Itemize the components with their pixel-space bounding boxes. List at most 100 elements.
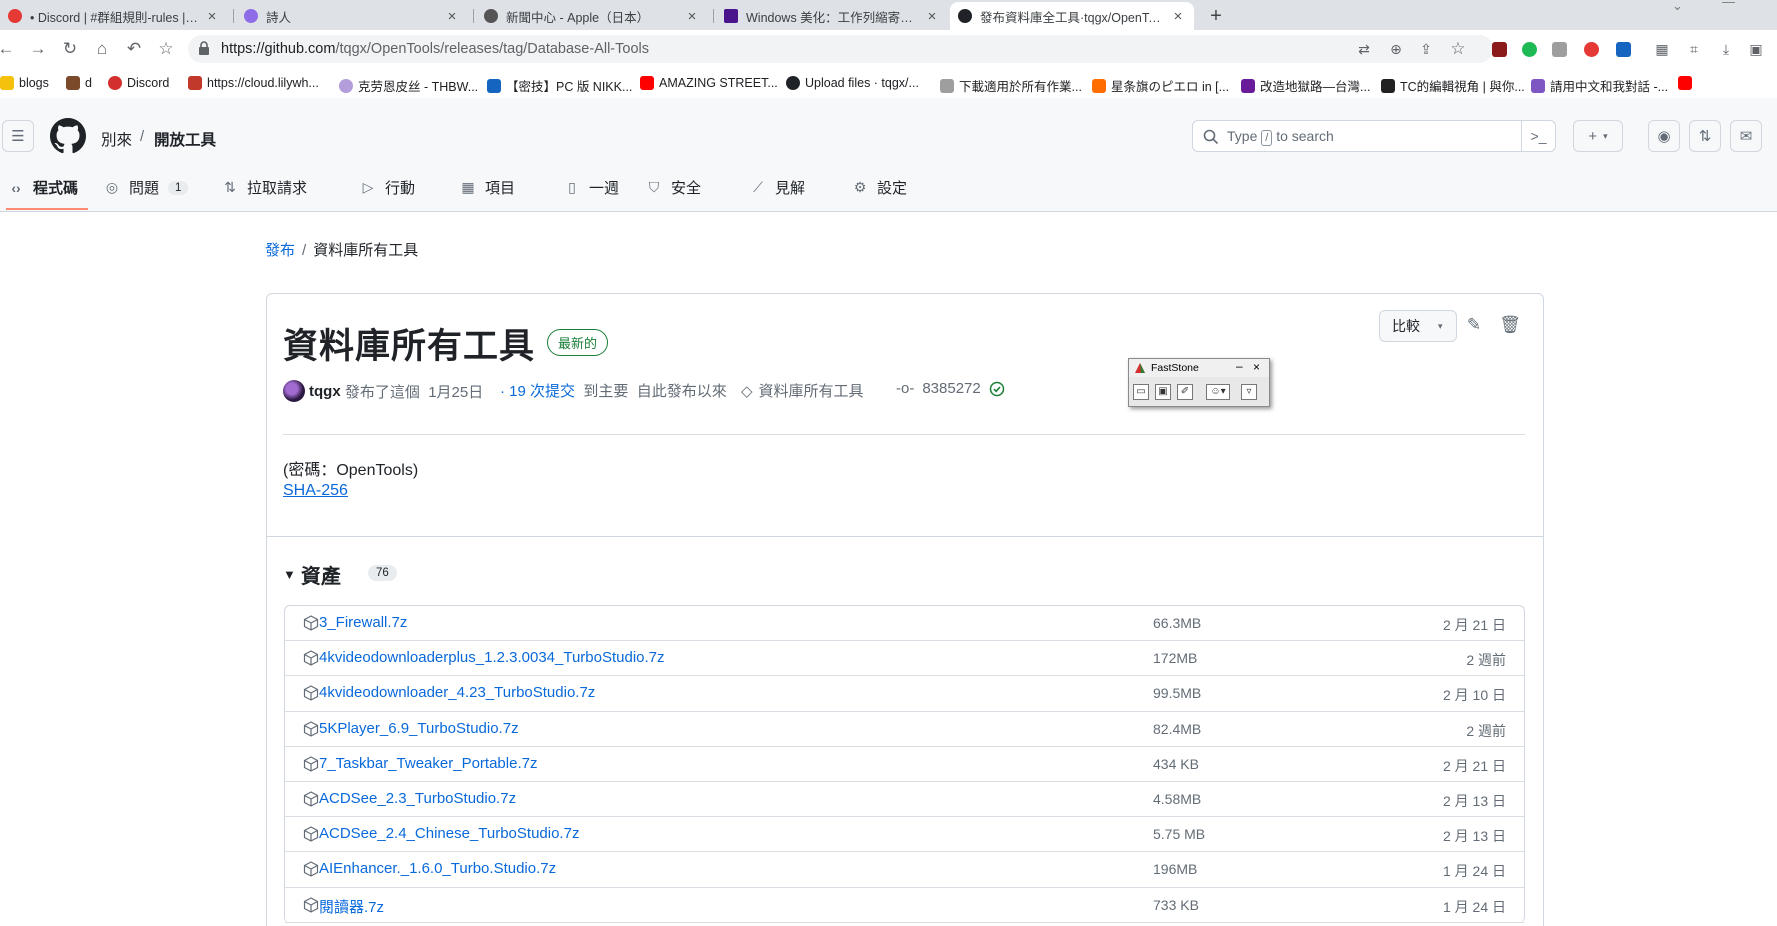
bookmark-item[interactable]: Upload files · tqgx/... [786, 76, 919, 90]
bookmark-item[interactable]: Discord [108, 76, 169, 90]
browser-tab[interactable]: • Discord | #群組規則-rules | 虛擬... × [0, 2, 228, 30]
browser-tab[interactable]: Windows 美化：工作列縮寄、視... × [716, 2, 948, 30]
settings-icon[interactable]: ▿ [1241, 384, 1257, 400]
address-bar[interactable]: https://github.com/tqgx/OpenTools/releas… [188, 35, 1493, 63]
author-link[interactable]: tqgx [309, 383, 341, 400]
crop-icon[interactable]: ⌗ [1682, 37, 1706, 61]
reload-icon[interactable]: ↻ [58, 37, 82, 61]
avatar[interactable] [283, 380, 305, 402]
bookmark-item[interactable]: 克劳恩皮丝 - THBW... [339, 76, 478, 95]
tab-insights[interactable]: ⟋ 見解 [750, 177, 805, 198]
command-palette-icon[interactable]: >_ [1521, 121, 1555, 151]
bookmark-item[interactable] [1678, 76, 1697, 90]
asset-link[interactable]: 7_Taskbar_Tweaker_Portable.7z [319, 755, 537, 772]
asset-link[interactable]: 4kvideodownloaderplus_1.2.3.0034_TurboSt… [319, 649, 665, 666]
eyedropper-icon[interactable]: ✐ [1177, 384, 1193, 400]
repo-name-link[interactable]: 開放工具 [154, 128, 216, 150]
tab-actions[interactable]: ▷ 行動 [360, 177, 415, 198]
tab-wiki[interactable]: ▯ 一週 [564, 177, 619, 198]
chevron-down-icon[interactable]: ⌄ [1672, 0, 1683, 13]
forward-icon[interactable]: → [26, 37, 50, 61]
browser-tab[interactable]: 新聞中心 - Apple（日本） × [476, 2, 708, 30]
tab-issues[interactable]: ◎ 問題 1 [104, 177, 189, 198]
search-input[interactable]: Type / to search >_ [1192, 120, 1556, 152]
browser-tab[interactable]: 詩人 × [236, 2, 468, 30]
undo-icon[interactable]: ↶ [122, 37, 146, 61]
bookmark-item[interactable]: d [66, 76, 92, 90]
commit-info[interactable]: -o- 8385272 [896, 380, 1005, 397]
minimize-icon[interactable]: — [1722, 0, 1735, 9]
close-icon[interactable]: × [924, 8, 940, 25]
browser-tab-active[interactable]: 發布資料庫全工具·tqgx/OpenTools × [950, 2, 1194, 30]
bookmark-item[interactable]: 改造地獄路—台灣... [1241, 76, 1370, 95]
trash-icon[interactable]: 🗑 [1499, 315, 1521, 337]
active-tab-underline [6, 208, 88, 210]
close-icon[interactable]: × [444, 8, 460, 25]
assets-toggle[interactable]: ▼ 資產 [283, 560, 341, 589]
asset-link[interactable]: 5KPlayer_6.9_TurboStudio.7z [319, 720, 519, 737]
star-icon[interactable]: ☆ [154, 37, 178, 61]
share-icon[interactable]: ⇪ [1414, 37, 1438, 61]
tab-projects[interactable]: ▦ 項目 [460, 177, 515, 198]
bookmark-item[interactable]: 下載適用於所有作業... [940, 76, 1082, 95]
close-icon[interactable]: × [1170, 8, 1186, 25]
extension-icon[interactable] [1584, 42, 1599, 57]
edit-pencil-icon[interactable]: ✎ [1463, 315, 1485, 337]
minimize-icon[interactable]: – [1236, 359, 1243, 373]
asset-link[interactable]: 閱讀器.7z [319, 896, 384, 917]
asset-link[interactable]: 4kvideodownloader_4.23_TurboStudio.7z [319, 684, 595, 701]
extension-icon[interactable] [1616, 42, 1631, 57]
tag-info[interactable]: ◇ 資料庫所有工具 [741, 380, 864, 401]
commits-link[interactable]: · 19 次提交 [500, 380, 575, 401]
faststone-capture-toolbar[interactable]: FastStone – × ▭ ▣ ✐ ☺▾ ▿ [1128, 358, 1270, 407]
faststone-titlebar[interactable]: FastStone – × [1129, 359, 1269, 377]
copilot-icon[interactable]: ◉ [1648, 120, 1680, 152]
home-icon[interactable]: ⌂ [90, 37, 114, 61]
extension-icon[interactable] [1552, 42, 1567, 57]
sha256-link[interactable]: SHA-256 [283, 482, 348, 500]
asset-link[interactable]: 3_Firewall.7z [319, 614, 407, 631]
bookmark-item[interactable]: https://cloud.lilywh... [188, 76, 319, 90]
bookmark-item[interactable]: blogs [0, 76, 49, 90]
bookmark-item[interactable]: 星条旗のピエロ in [... [1092, 76, 1229, 95]
puzzle-icon[interactable]: ▦ [1650, 37, 1674, 61]
bookmarks-bar: blogs d Discord https://cloud.lilywh... … [0, 68, 1777, 98]
close-icon[interactable]: × [1253, 360, 1260, 374]
bookmark-item[interactable]: 【密技】PC 版 NIKK... [487, 76, 632, 95]
github-logo-icon[interactable] [50, 118, 86, 154]
capture-region-icon[interactable]: ▣ [1155, 384, 1171, 400]
create-new-dropdown[interactable]: + ▾ [1573, 120, 1623, 152]
bookmark-item[interactable]: TC的編輯視角 | 與你... [1381, 76, 1525, 95]
tab-security[interactable]: ⛉ 安全 [646, 177, 701, 198]
close-icon[interactable]: × [204, 8, 220, 25]
output-dropdown-icon[interactable]: ☺▾ [1206, 384, 1230, 400]
download-icon[interactable]: ⤓ [1714, 37, 1738, 61]
zoom-icon[interactable]: ⊕ [1384, 37, 1408, 61]
capture-window-icon[interactable]: ▭ [1133, 384, 1149, 400]
bookmark-item[interactable]: AMAZING STREET... [640, 76, 778, 90]
compare-dropdown[interactable]: 比較 ▾ [1379, 310, 1457, 342]
inbox-icon[interactable]: ✉ [1730, 120, 1762, 152]
extension-icon[interactable] [1492, 42, 1507, 57]
translate-icon[interactable]: ⇄ [1352, 37, 1376, 61]
github-icon [786, 76, 800, 90]
tab-pull-requests[interactable]: ⇅ 拉取請求 [222, 177, 307, 198]
back-icon[interactable]: ← [0, 37, 18, 61]
asset-link[interactable]: AIEnhancer._1.6.0_Turbo.Studio.7z [319, 860, 556, 877]
new-tab-button[interactable]: + [1202, 2, 1230, 30]
close-icon[interactable]: × [684, 8, 700, 25]
asset-link[interactable]: ACDSee_2.4_Chinese_TurboStudio.7z [319, 825, 579, 842]
asset-link[interactable]: ACDSee_2.3_TurboStudio.7z [319, 790, 516, 807]
latest-badge: 最新的 [547, 329, 609, 356]
tab-code[interactable]: ‹› 程式碼 [8, 177, 78, 198]
breadcrumb-separator: / [140, 128, 145, 145]
extension-icon[interactable] [1522, 42, 1537, 57]
bookmark-star-icon[interactable]: ☆ [1446, 37, 1470, 61]
bookmark-item[interactable]: 請用中文和我對話 -... [1531, 76, 1668, 95]
pull-requests-icon[interactable]: ⇅ [1689, 120, 1721, 152]
repo-owner-link[interactable]: 別來 [101, 128, 132, 150]
tab-settings[interactable]: ⚙ 設定 [852, 177, 907, 198]
releases-link[interactable]: 發布 [265, 242, 295, 259]
sidebar-icon[interactable]: ▣ [1744, 37, 1768, 61]
hamburger-menu-icon[interactable]: ☰ [2, 120, 34, 152]
